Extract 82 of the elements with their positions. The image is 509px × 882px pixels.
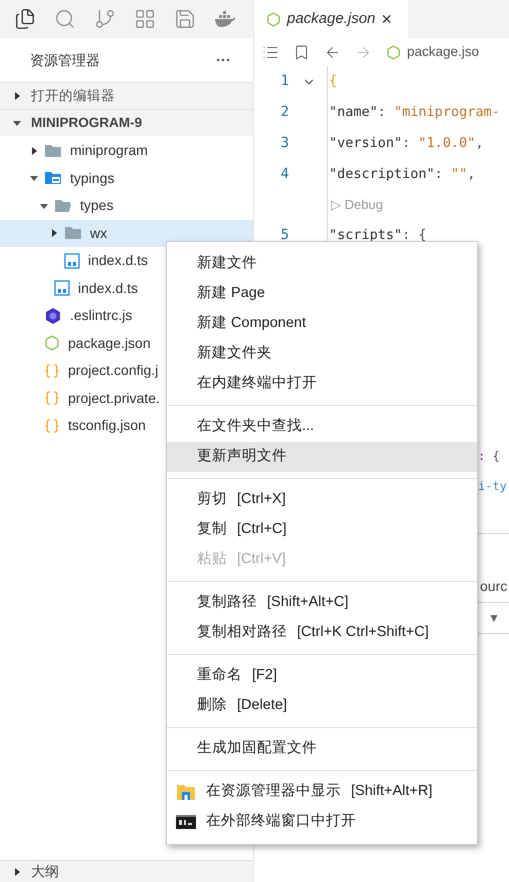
expanded-arrow-icon[interactable] [30, 174, 38, 182]
menu-item[interactable]: 复制路径 [Shift+Alt+C] [167, 588, 477, 618]
collapse-toggle[interactable]: ▼ [488, 609, 500, 627]
menu-item[interactable]: 复制相对路径 [Ctrl+K Ctrl+Shift+C] [167, 618, 477, 648]
menu-item[interactable]: 新建文件 [167, 249, 477, 279]
line-number: 2 [280, 103, 289, 122]
line-number: 1 [280, 72, 289, 91]
file-name: project.private. [68, 388, 160, 408]
file-name: package.json [68, 334, 151, 353]
file-name: types [80, 196, 114, 216]
typescript-file-icon [54, 280, 70, 296]
hexagon-icon [44, 335, 60, 352]
file-name: typings [70, 168, 114, 188]
file-name: miniprogram [70, 141, 148, 160]
folder-icon [54, 198, 72, 213]
menu-item[interactable]: 新建 Page [167, 279, 477, 309]
file-name: .eslintrc.js [70, 306, 132, 326]
tree-item[interactable]: types [0, 192, 253, 220]
braces-icon [44, 418, 60, 434]
collapsed-arrow-icon[interactable] [13, 92, 21, 100]
more-actions-button[interactable]: ··· [216, 52, 231, 68]
folder-icon [176, 783, 196, 801]
collapsed-arrow-icon[interactable] [30, 146, 38, 155]
braces-icon [44, 362, 60, 379]
hexagon-icon [44, 306, 62, 325]
panel-text: ourc [480, 576, 508, 596]
code-line: i-ty [478, 478, 507, 495]
menu-item[interactable]: 在内建终端中打开 [167, 369, 477, 399]
line-number: 4 [280, 165, 289, 184]
whale-icon[interactable] [214, 10, 236, 28]
menu-item[interactable]: 在外部终端窗口中打开 [167, 807, 477, 837]
menu-item[interactable]: 新建文件夹 [167, 339, 477, 369]
menu-item[interactable]: 生成加固配置文件 [167, 734, 477, 764]
tree-item[interactable]: miniprogram [0, 137, 253, 164]
file-name: index.d.ts [78, 278, 138, 298]
collapsed-arrow-icon[interactable] [13, 868, 21, 876]
menu-item[interactable]: 重命名 [F2] [167, 661, 477, 691]
menu-item[interactable]: 更新声明文件 [167, 442, 477, 472]
menu-item[interactable]: 删除 [Delete] [167, 691, 477, 721]
section-header[interactable]: 大纲 [0, 860, 253, 882]
search-icon[interactable] [54, 8, 76, 30]
code-line: "description": "", [329, 165, 476, 184]
section-header[interactable]: MINIPROGRAM-9 [0, 109, 253, 136]
expanded-arrow-icon[interactable] [40, 202, 48, 210]
extensions-icon[interactable] [134, 8, 156, 30]
file-name: index.d.ts [88, 251, 148, 270]
line-number: 5 [280, 226, 289, 245]
menu-item[interactable]: 新建 Component [167, 309, 477, 339]
file-name: wx [90, 224, 108, 243]
code-line: "scripts": { [329, 226, 427, 246]
terminal-icon [176, 814, 196, 830]
code-line: : { [478, 448, 500, 465]
hexagon-icon [386, 44, 401, 60]
menu-item[interactable]: 复制 [Ctrl+C] [167, 515, 477, 545]
file-name: project.config.j [68, 361, 158, 380]
collapsed-arrow-icon[interactable] [50, 229, 58, 238]
folder-icon [44, 171, 62, 186]
code-line: "name": "miniprogram- [329, 103, 500, 122]
hexagon-icon [266, 12, 281, 26]
braces-icon [44, 390, 60, 406]
editor-tab[interactable]: package.json × [254, 0, 408, 38]
tree-item[interactable]: typings [0, 164, 253, 192]
tree-item[interactable]: wx [0, 220, 253, 247]
folder-icon [44, 144, 62, 158]
close-icon[interactable]: × [381, 10, 392, 28]
bookmark-icon[interactable] [293, 44, 310, 60]
save-icon[interactable] [174, 8, 196, 30]
section-header[interactable]: 打开的编辑器 [0, 82, 253, 109]
expanded-arrow-icon[interactable] [13, 119, 21, 127]
folder-icon [64, 226, 82, 240]
panel-title: 资源管理器 [30, 50, 100, 70]
explorer-icon[interactable] [14, 8, 36, 30]
code-line: "version": "1.0.0", [329, 134, 484, 154]
breadcrumb[interactable]: package.jso [407, 42, 480, 62]
menu-item[interactable]: 剪切 [Ctrl+X] [167, 485, 477, 515]
branch-icon[interactable] [94, 8, 116, 30]
menu-item[interactable]: 在资源管理器中显示 [Shift+Alt+R] [167, 777, 477, 807]
menu-item[interactable]: 在文件夹中查找... [167, 412, 477, 442]
typescript-file-icon [64, 252, 80, 269]
file-name: tsconfig.json [68, 416, 146, 436]
line-number: 3 [280, 134, 289, 153]
code-line: { [329, 72, 338, 92]
